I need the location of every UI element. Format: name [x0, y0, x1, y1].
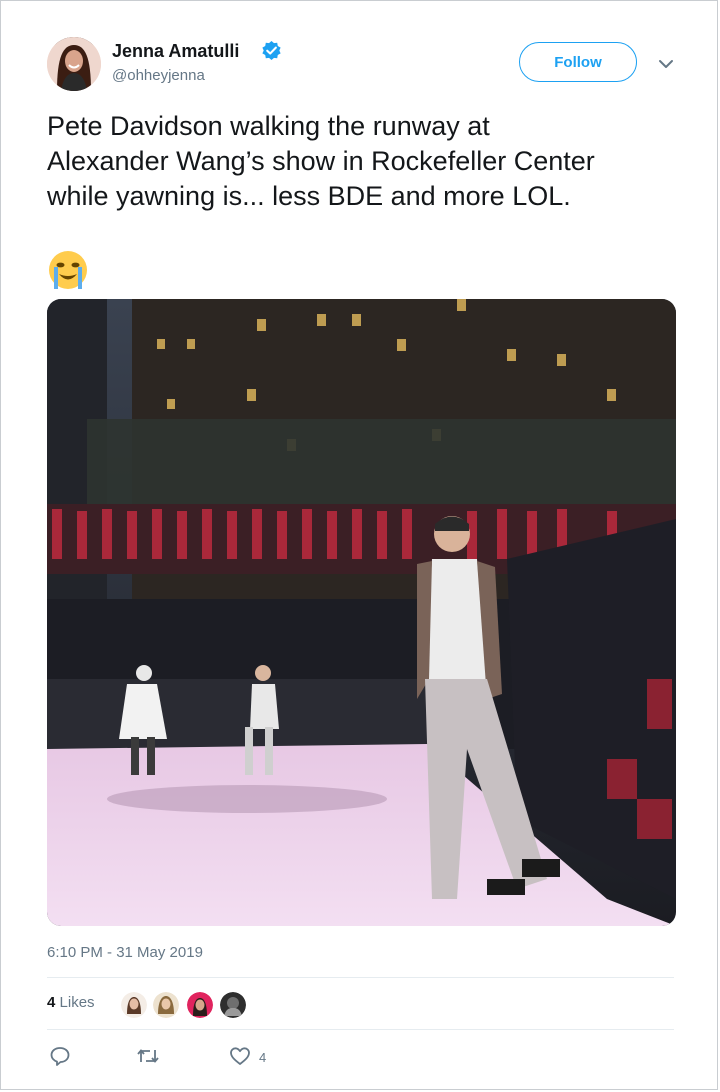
author-name[interactable]: Jenna Amatulli [112, 41, 239, 62]
verified-badge-icon [262, 41, 281, 60]
heart-icon[interactable] [229, 1045, 251, 1067]
tweet-text-line: while yawning is... less BDE and more LO… [47, 181, 571, 211]
divider [47, 1029, 674, 1030]
retweet-icon[interactable] [135, 1045, 161, 1067]
tweet-text: Pete Davidson walking the runway at Alex… [47, 109, 687, 214]
liker-avatar[interactable] [119, 990, 149, 1020]
chevron-down-icon[interactable] [657, 57, 675, 71]
likes-label: Likes [59, 994, 95, 1011]
tweet-timestamp[interactable]: 6:10 PM - 31 May 2019 [47, 944, 203, 961]
crying-face-emoji-icon [49, 251, 87, 289]
tweet-card: Jenna Amatulli @ohheyjenna Follow Pete D… [0, 0, 718, 1090]
liker-avatar[interactable] [151, 990, 181, 1020]
tweet-text-line: Alexander Wang’s show in Rockefeller Cen… [47, 146, 595, 176]
likes-summary[interactable]: 4 Likes [47, 994, 95, 1011]
follow-button[interactable]: Follow [519, 42, 637, 82]
divider [47, 977, 674, 978]
tweet-text-line: Pete Davidson walking the runway at [47, 111, 490, 141]
liker-avatar[interactable] [218, 990, 248, 1020]
author-avatar[interactable] [47, 37, 101, 91]
runway-photo-image [47, 299, 676, 926]
reply-icon[interactable] [49, 1045, 71, 1067]
tweet-photo[interactable] [47, 299, 676, 926]
likes-count: 4 [47, 994, 56, 1011]
like-action-count: 4 [259, 1050, 267, 1065]
author-handle[interactable]: @ohheyjenna [112, 67, 205, 84]
liker-avatar[interactable] [185, 990, 215, 1020]
